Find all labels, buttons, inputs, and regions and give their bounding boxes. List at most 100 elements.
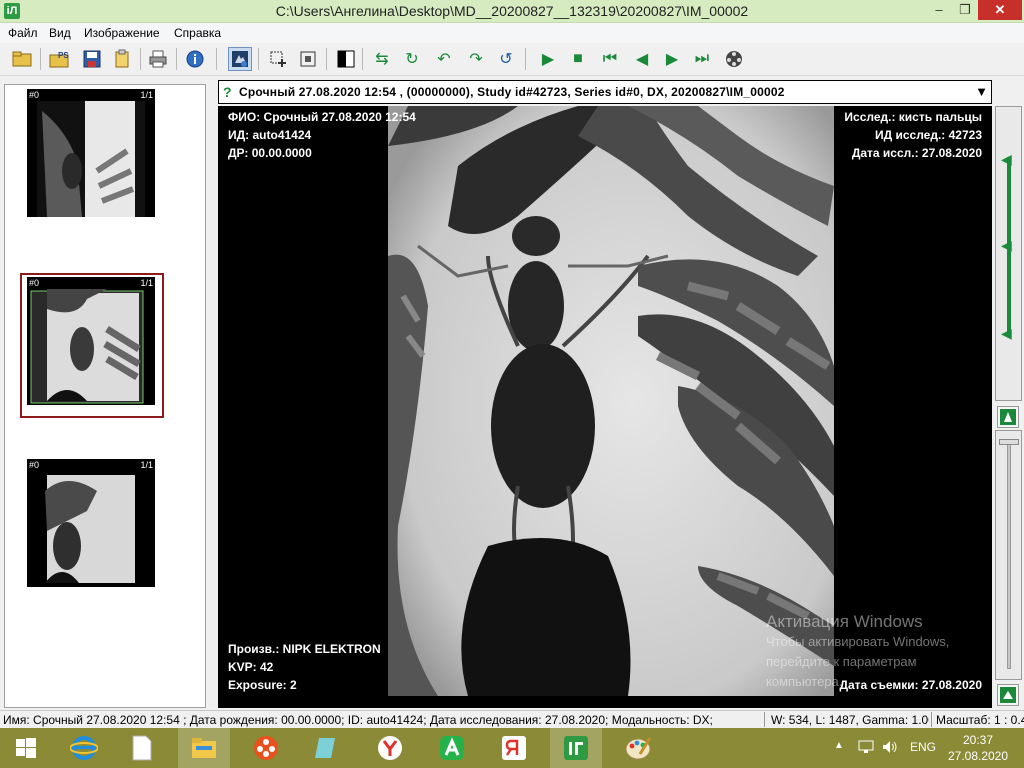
overlay-acquisition-info: Произв.: NIPK ELEKTRON KVP: 42 Exposure:…: [228, 640, 381, 694]
play-icon[interactable]: ▶: [536, 47, 560, 71]
layout-grid-icon[interactable]: [997, 684, 1019, 706]
toolbar: PS ⇆ ↻ ↶ ↷ ↺ ▶ ■ ⏮ ◀ ▶ ⏭: [0, 43, 1024, 76]
system-clock[interactable]: 20:37 27.08.2020: [940, 732, 1016, 764]
menu-image[interactable]: Изображение: [84, 26, 160, 40]
toolbar-separator: [258, 48, 259, 70]
thumbnail-panel: #0 1/1 #0 1/1 #0 1/1: [4, 84, 206, 708]
internet-explorer-icon[interactable]: [58, 728, 110, 768]
dicom-viewer-icon[interactable]: [550, 728, 602, 768]
thumbnail-count: 1/1: [140, 460, 153, 470]
thumbnail-1[interactable]: #0 1/1: [27, 89, 155, 217]
series-selected-value: Срочный 27.08.2020 12:54 , (00000000), S…: [239, 85, 785, 99]
volume-icon[interactable]: [882, 740, 898, 757]
zoom-slider-track[interactable]: [1007, 441, 1011, 669]
rotate-left-icon[interactable]: ↶: [432, 47, 456, 71]
close-button[interactable]: ✕: [978, 0, 1022, 20]
thumbnail-image: [37, 101, 145, 217]
thumbnail-index: #0: [29, 460, 40, 470]
overlay-acquisition-date: Дата съемки: 27.08.2020: [839, 676, 982, 694]
slider-mid-handle-icon[interactable]: ◀: [1001, 237, 1012, 254]
pan-icon[interactable]: [266, 47, 290, 71]
first-frame-icon[interactable]: ⏮: [598, 47, 622, 71]
overlay-birth-date: ДР: 00.00.0000: [228, 146, 312, 160]
zoom-fit-icon[interactable]: [296, 47, 320, 71]
image-viewport[interactable]: ФИО: Срочный 27.08.2020 12:54 ИД: auto41…: [218, 106, 992, 708]
ps-label: PS: [58, 51, 69, 60]
undo-icon[interactable]: ↺: [494, 47, 518, 71]
status-bar: Имя: Срочный 27.08.2020 12:54 ; Дата рож…: [0, 710, 1024, 728]
zoom-slider-thumb[interactable]: [999, 439, 1019, 445]
toolbar-separator: [176, 48, 177, 70]
toolbar-separator: [326, 48, 327, 70]
rotate-right-icon[interactable]: ↷: [464, 47, 488, 71]
yandex-icon[interactable]: [488, 728, 540, 768]
thumbnail-image: [27, 471, 155, 587]
tray-expand-icon[interactable]: ▲: [834, 740, 844, 751]
thumbnail-image: [27, 289, 155, 405]
status-divider: [931, 712, 932, 727]
info-icon[interactable]: [183, 47, 207, 71]
next-frame-icon[interactable]: ▶: [660, 47, 684, 71]
title-bar[interactable]: iЛ C:\Users\Ангелина\Desktop\MD__2020082…: [0, 0, 1024, 23]
clock-date: 27.08.2020: [947, 749, 1009, 763]
menu-bar: Файл Вид Изображение Справка: [0, 23, 1024, 43]
yandex-browser-icon[interactable]: [364, 728, 416, 768]
series-select[interactable]: ? Срочный 27.08.2020 12:54 , (00000000),…: [218, 80, 992, 104]
minimize-button[interactable]: –: [926, 0, 952, 20]
prev-frame-icon[interactable]: ◀: [630, 47, 654, 71]
toolbar-separator: [525, 48, 526, 70]
notes-icon[interactable]: [300, 728, 352, 768]
overlay-patient-info: ФИО: Срочный 27.08.2020 12:54 ИД: auto41…: [228, 108, 416, 162]
thumbnail-3[interactable]: #0 1/1: [27, 459, 155, 587]
taskbar: ▲ ENG 20:37 27.08.2020: [0, 728, 1024, 768]
app-window: iЛ C:\Users\Ангелина\Desktop\MD__2020082…: [0, 0, 1024, 728]
android-emulator-icon[interactable]: [426, 728, 478, 768]
cine-icon[interactable]: [722, 47, 746, 71]
export-ps-icon[interactable]: PS: [48, 47, 72, 71]
stop-icon[interactable]: ■: [566, 47, 590, 71]
contrast-mode-icon[interactable]: [997, 406, 1019, 428]
chevron-down-icon[interactable]: ▼: [971, 81, 991, 103]
clipboard-icon[interactable]: [110, 47, 134, 71]
invert-icon[interactable]: [334, 47, 358, 71]
input-language-indicator[interactable]: ENG: [910, 740, 936, 754]
overlay-study-info: Исслед.: кисть пальцы ИД исслед.: 42723 …: [844, 108, 982, 162]
print-icon[interactable]: [146, 47, 170, 71]
overlay-exposure: Exposure: 2: [228, 678, 297, 692]
thumbnail-index: #0: [29, 278, 40, 288]
file-explorer-icon[interactable]: [178, 728, 230, 768]
toolbar-separator: [362, 48, 363, 70]
flip-icon[interactable]: ⇆: [370, 47, 394, 71]
status-window-level: W: 534, L: 1487, Gamma: 1.00: [771, 713, 929, 727]
save-icon[interactable]: [80, 47, 104, 71]
menu-help[interactable]: Справка: [174, 26, 221, 40]
menu-view[interactable]: Вид: [49, 26, 71, 40]
rotate-icon[interactable]: ↻: [400, 47, 424, 71]
thumbnail-2[interactable]: #0 1/1: [27, 277, 155, 405]
overlay-study-id: ИД исслед.: 42723: [874, 128, 982, 142]
overlay-patient-id: ИД: auto41424: [228, 128, 312, 142]
watermark-title: Активация Windows: [766, 612, 923, 631]
overlay-study-description: Исслед.: кисть пальцы: [844, 110, 982, 124]
overlay-kvp: KVP: 42: [228, 660, 274, 674]
media-player-icon[interactable]: [240, 728, 292, 768]
file-icon[interactable]: [116, 728, 168, 768]
network-icon[interactable]: [858, 740, 874, 757]
last-frame-icon[interactable]: ⏭: [690, 47, 714, 71]
overlay-study-date: Дата иссл.: 27.08.2020: [851, 146, 982, 160]
help-icon: ?: [223, 84, 232, 100]
menu-file[interactable]: Файл: [8, 26, 38, 40]
open-folder-icon[interactable]: [10, 47, 34, 71]
image-info-icon[interactable]: [228, 47, 252, 71]
frame-slider-panel: ◀ ◀ ◀: [995, 106, 1022, 401]
windows-start-icon[interactable]: [0, 728, 52, 768]
status-divider: [764, 712, 765, 727]
window-title: C:\Users\Ангелина\Desktop\MD__20200827__…: [275, 3, 749, 19]
paint-icon[interactable]: [612, 728, 664, 768]
maximize-button[interactable]: ❐: [952, 0, 978, 20]
watermark-line: перейдите к параметрам: [766, 654, 917, 669]
slider-top-handle-icon[interactable]: ◀: [1001, 151, 1012, 168]
clock-time: 20:37: [962, 733, 994, 747]
slider-bottom-handle-icon[interactable]: ◀: [1001, 325, 1012, 342]
watermark-line: Чтобы активировать Windows,: [766, 634, 950, 649]
